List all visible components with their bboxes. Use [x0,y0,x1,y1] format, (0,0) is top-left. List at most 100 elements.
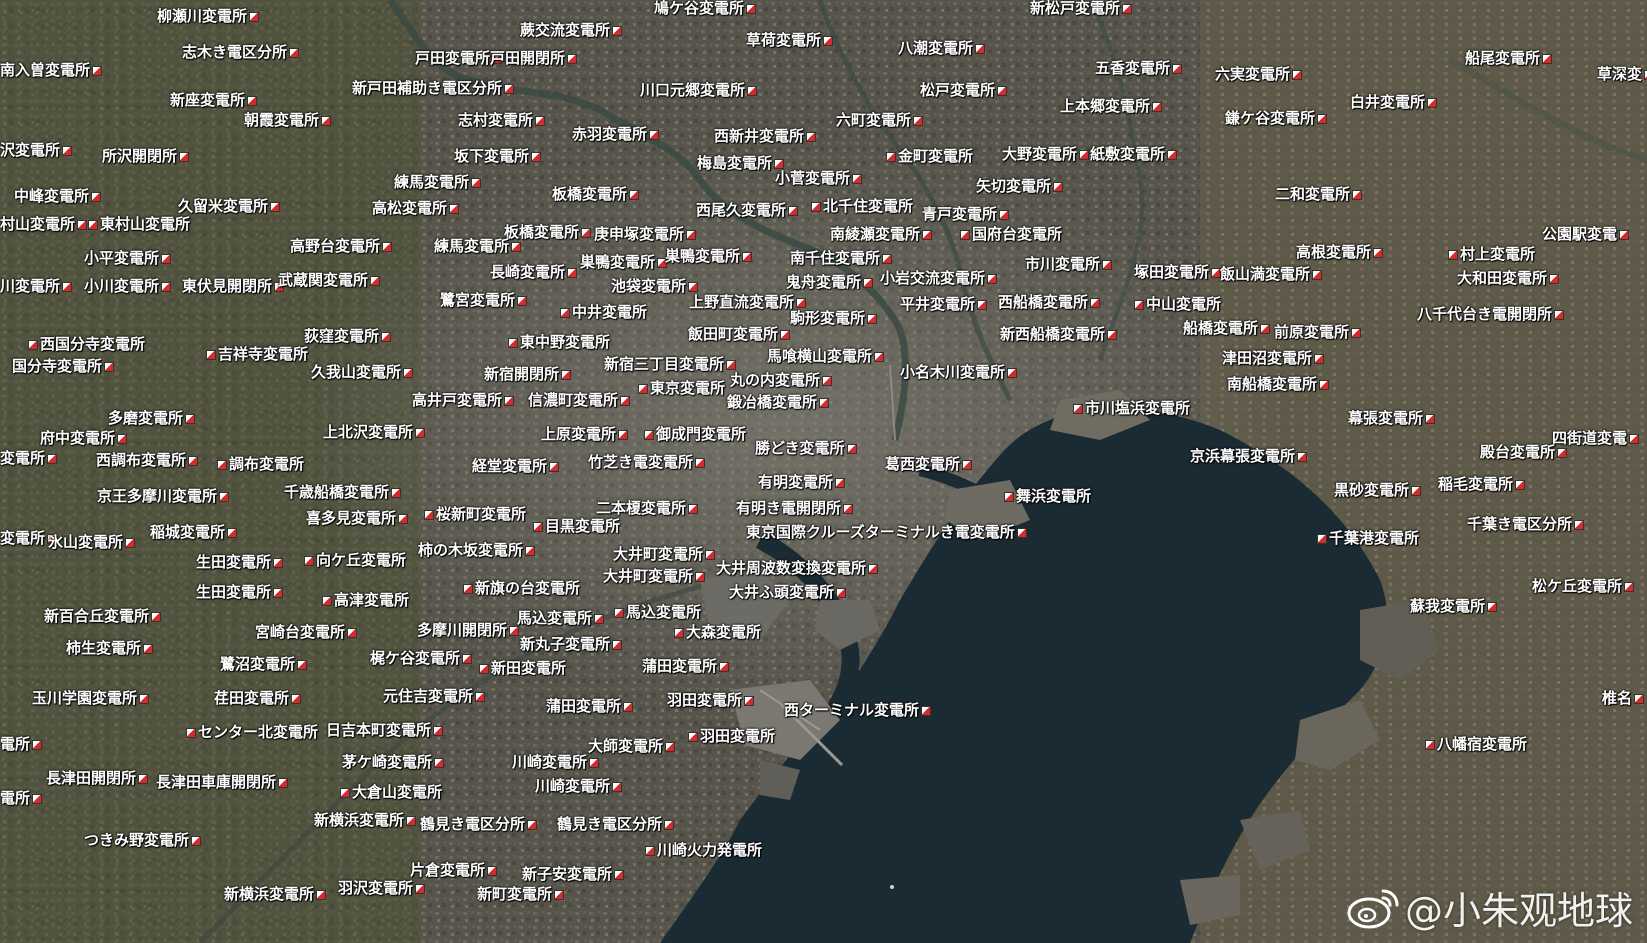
substation-label[interactable]: 上北沢変電所 [323,424,426,441]
substation-label[interactable]: 鷺宮変電所 [440,292,528,309]
placemark-pin-icon[interactable] [1448,249,1458,260]
substation-label[interactable]: 巣鴨変電所 [580,254,668,271]
substation-label[interactable]: 御成門変電所 [644,426,746,443]
substation-label[interactable]: 公園駅変電 [1542,226,1630,243]
placemark-pin-icon[interactable] [278,777,289,788]
placemark-pin-icon[interactable] [1292,69,1303,80]
placemark-pin-icon[interactable] [475,691,486,702]
placemark-pin-icon[interactable] [997,85,1008,96]
placemark-pin-icon[interactable] [527,819,538,830]
placemark-pin-icon[interactable] [581,227,592,238]
placemark-pin-icon[interactable] [125,537,136,548]
placemark-pin-icon[interactable] [874,351,885,362]
placemark-pin-icon[interactable] [846,443,857,454]
placemark-pin-icon[interactable] [594,613,605,624]
placemark-pin-icon[interactable] [179,151,190,162]
substation-label[interactable]: 駒形変電所 [790,310,878,327]
placemark-pin-icon[interactable] [629,189,640,200]
substation-label[interactable]: 新宿三丁目変電所 [604,356,737,373]
substation-label[interactable]: 八千代台き電開閉所 [1417,306,1565,323]
substation-label[interactable]: 赤羽変電所 [572,126,660,143]
placemark-pin-icon[interactable] [77,219,88,230]
substation-label[interactable]: 東京変電所 [638,380,725,397]
substation-label[interactable]: 羽田変電所 [667,692,755,709]
substation-label[interactable]: 新百合丘変電所 [44,608,162,625]
placemark-pin-icon[interactable] [962,459,973,470]
substation-label[interactable]: 所沢開閉所 [102,148,190,165]
substation-label[interactable]: 宮崎台変電所 [255,624,358,641]
placemark-pin-icon[interactable] [504,395,515,406]
substation-label[interactable]: 西尾久変電所 [696,202,799,219]
substation-label[interactable]: 長崎変電所 [490,264,578,281]
substation-label[interactable]: 鷺沼変電所 [220,656,308,673]
substation-label[interactable]: つきみ野変電所 [84,832,202,849]
placemark-pin-icon[interactable] [1172,63,1183,74]
placemark-pin-icon[interactable] [1515,479,1526,490]
placemark-pin-icon[interactable] [424,509,434,520]
substation-label[interactable]: 大師変電所 [588,738,676,755]
placemark-pin-icon[interactable] [1297,451,1308,462]
substation-label[interactable]: 馬込変電所 [517,610,605,627]
placemark-pin-icon[interactable] [1107,329,1118,340]
placemark-pin-icon[interactable] [977,299,988,310]
placemark-pin-icon[interactable] [719,661,730,672]
substation-label[interactable]: 上本郷変電所 [1060,98,1163,115]
substation-label[interactable]: 市川塩浜変電所 [1073,400,1190,417]
substation-label[interactable]: 多磨変電所 [108,410,196,427]
placemark-pin-icon[interactable] [1007,367,1018,378]
substation-label[interactable]: 殿台変電所 [1480,444,1568,461]
placemark-pin-icon[interactable] [742,251,753,262]
placemark-pin-icon[interactable] [1624,581,1635,592]
placemark-pin-icon[interactable] [28,339,38,350]
substation-label[interactable]: 鶴見き電区分所 [420,816,538,833]
placemark-pin-icon[interactable] [479,663,489,674]
placemark-pin-icon[interactable] [161,281,172,292]
substation-label[interactable]: 大井ふ頭変電所 [729,584,847,601]
substation-label[interactable]: 稲毛変電所 [1438,476,1526,493]
substation-label[interactable]: 青戸変電所 [922,206,1010,223]
substation-label[interactable]: 大倉山変電所 [340,784,442,801]
placemark-pin-icon[interactable] [47,453,58,464]
placemark-pin-icon[interactable] [321,115,332,126]
substation-label[interactable]: 紙敷変電所 [1090,146,1178,163]
placemark-pin-icon[interactable] [612,25,623,36]
placemark-pin-icon[interactable] [117,433,128,444]
placemark-pin-icon[interactable] [161,253,172,264]
placemark-pin-icon[interactable] [612,781,623,792]
placemark-pin-icon[interactable] [1317,533,1327,544]
substation-label[interactable]: 大森変電所 [674,624,761,641]
substation-label[interactable]: 矢切変電所 [976,178,1064,195]
placemark-pin-icon[interactable] [191,835,202,846]
placemark-pin-icon[interactable] [381,331,392,342]
substation-label[interactable]: 椎名 [1602,690,1645,707]
placemark-pin-icon[interactable] [819,397,830,408]
placemark-pin-icon[interactable] [999,209,1010,220]
substation-label[interactable]: 幕張変電所 [1348,410,1436,427]
substation-label[interactable]: 長津田車庫開閉所 [156,774,289,791]
placemark-pin-icon[interactable] [273,557,284,568]
substation-label[interactable]: 中峰変電所 [14,188,102,205]
placemark-pin-icon[interactable] [304,555,314,566]
placemark-pin-icon[interactable] [151,611,162,622]
substation-label[interactable]: 志木き電区分所 [182,44,300,61]
substation-label[interactable]: 新宿開閉所 [484,366,572,383]
substation-label[interactable]: 高津変電所 [322,592,409,609]
placemark-pin-icon[interactable] [836,587,847,598]
substation-label[interactable]: 勝どき変電所 [755,440,857,457]
substation-label[interactable]: 生田変電所 [196,554,284,571]
substation-label[interactable]: 鍛冶橋変電所 [727,394,830,411]
placemark-pin-icon[interactable] [185,413,196,424]
placemark-pin-icon[interactable] [886,151,896,162]
placemark-pin-icon[interactable] [188,455,199,466]
substation-label[interactable]: 大和田変電所 [1457,270,1560,287]
placemark-pin-icon[interactable] [504,83,515,94]
placemark-pin-icon[interactable] [1090,297,1101,308]
substation-label[interactable]: 小平変電所 [84,250,172,267]
substation-label[interactable]: 六実変電所 [1215,66,1303,83]
placemark-pin-icon[interactable] [227,527,238,538]
substation-label[interactable]: 八潮変電所 [898,40,986,57]
placemark-pin-icon[interactable] [471,177,482,188]
placemark-pin-icon[interactable] [398,513,409,524]
substation-label[interactable]: 竹芝き電変電所 [588,454,706,471]
placemark-pin-icon[interactable] [1425,413,1436,424]
